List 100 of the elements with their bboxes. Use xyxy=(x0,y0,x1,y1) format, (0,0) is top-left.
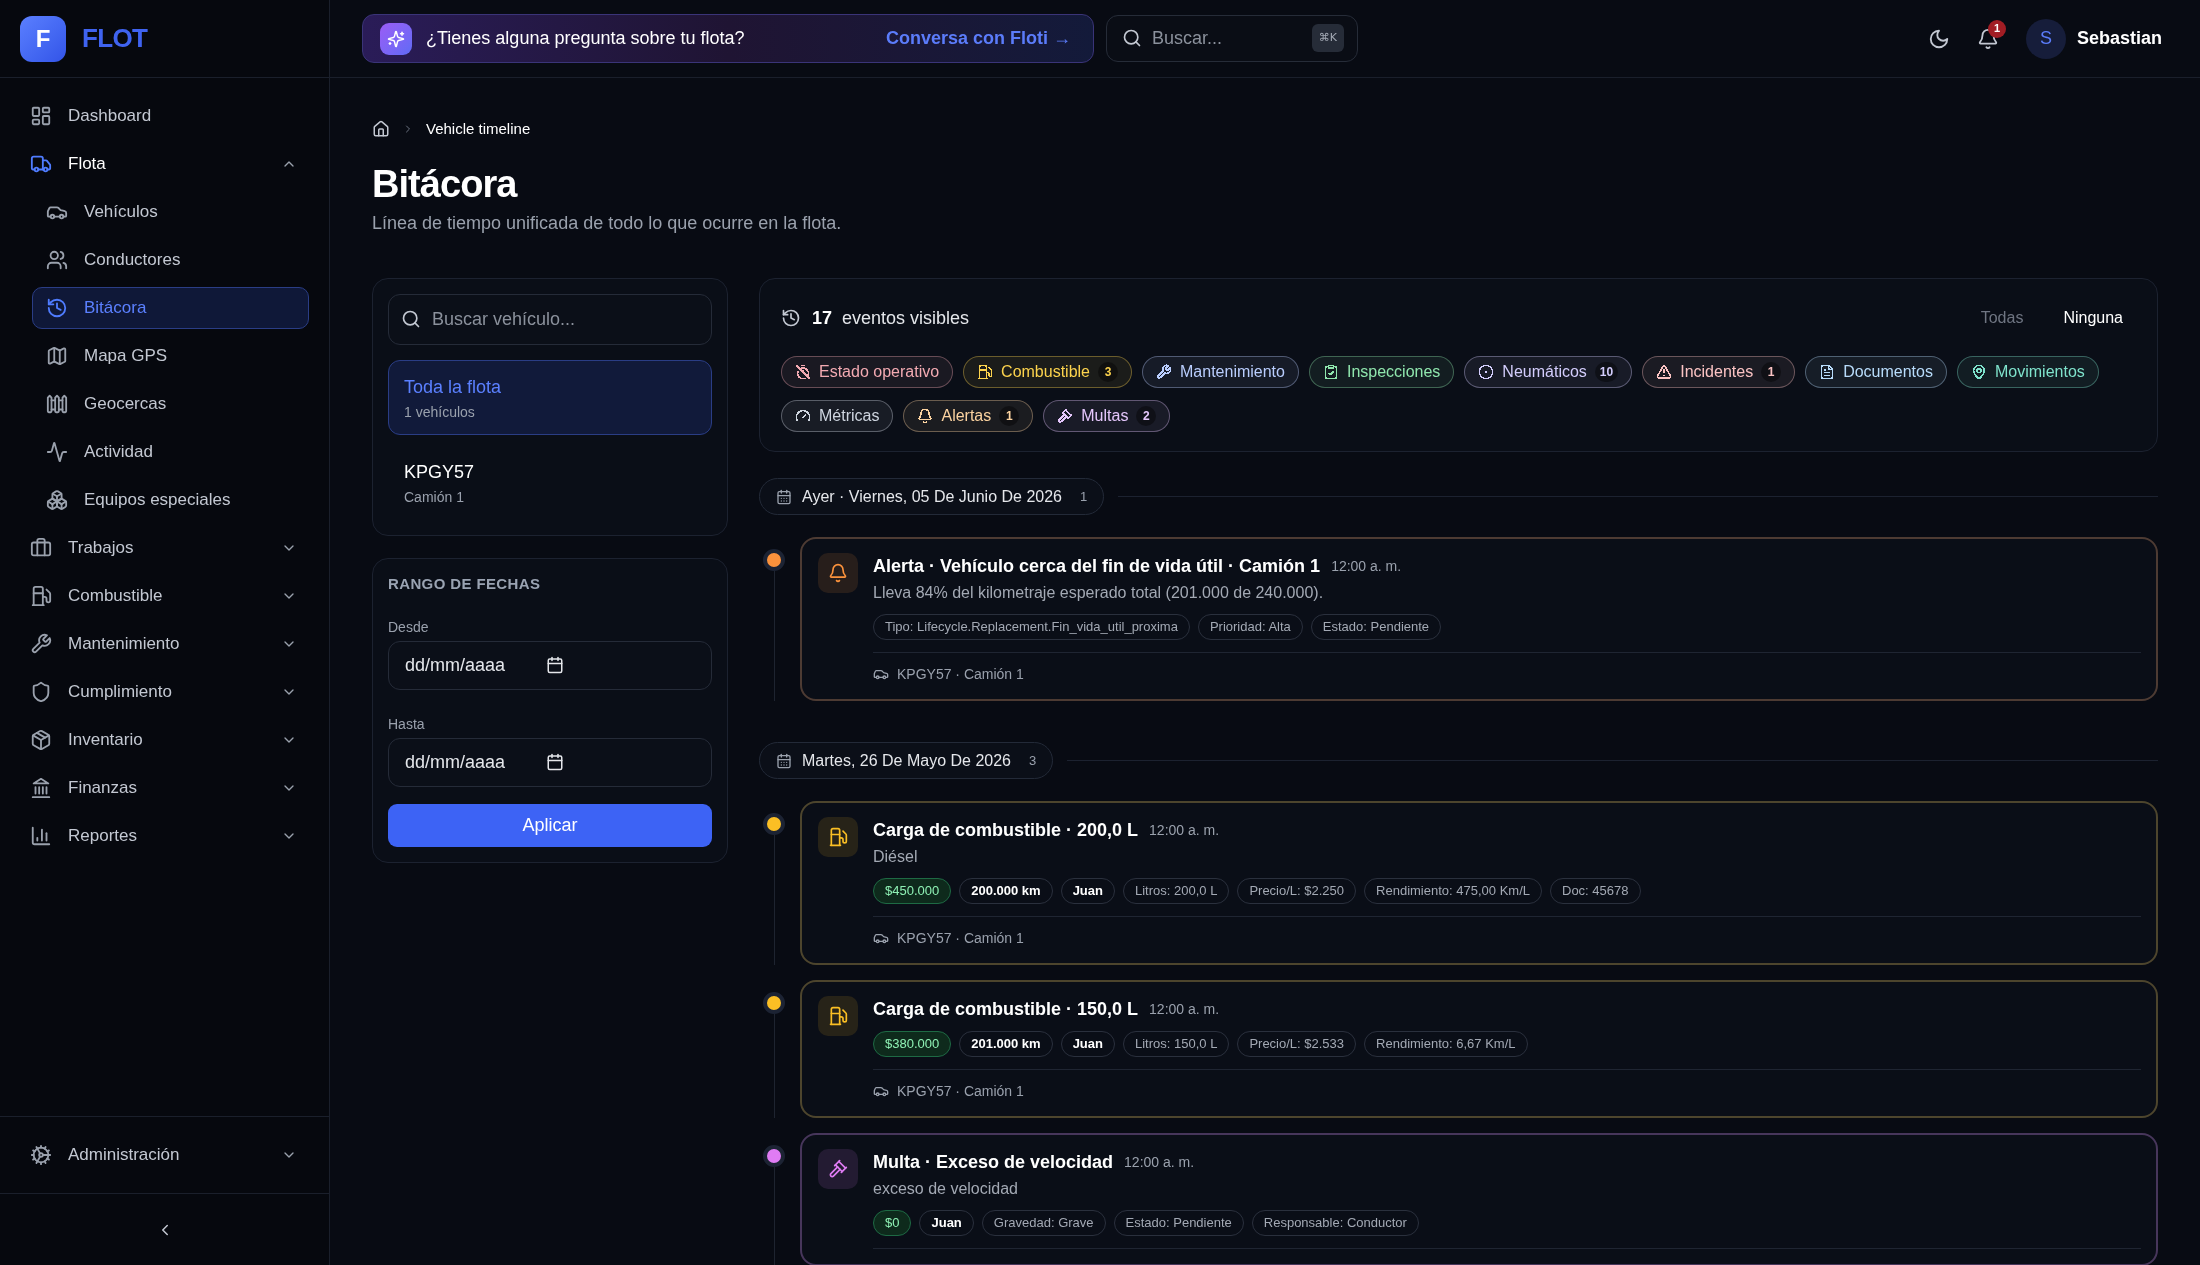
fuel-pump-icon xyxy=(30,585,52,607)
sidebar-item[interactable]: Actividad xyxy=(32,431,309,473)
sidebar-item[interactable]: Reportes xyxy=(20,815,273,857)
filter-chip[interactable]: Documentos xyxy=(1805,356,1947,388)
chip-count: 3 xyxy=(1098,362,1118,382)
briefcase-icon xyxy=(30,537,52,559)
sidebar-item[interactable]: Combustible xyxy=(20,575,273,617)
sidebar-item[interactable]: Mantenimiento xyxy=(20,623,273,665)
filter-chip[interactable]: Métricas xyxy=(781,400,894,432)
amount-tag: $380.000 xyxy=(873,1031,952,1057)
event-description: Diésel xyxy=(873,847,919,867)
sidebar-item[interactable]: Cumplimiento xyxy=(20,671,273,713)
event-count: 3 xyxy=(1029,751,1037,770)
map-icon xyxy=(46,345,68,367)
shortcut-hint: ⌘K xyxy=(1311,24,1344,52)
brand-name: FLOT xyxy=(82,22,148,55)
event-time: 12:00 a. m. xyxy=(1124,1152,1195,1172)
breadcrumb-item: Vehicle timeline xyxy=(426,118,531,139)
banner-text: ¿Tienes alguna pregunta sobre tu flota? xyxy=(426,27,746,50)
chip-count: 2 xyxy=(1136,406,1157,426)
filter-chip[interactable]: Alertas 1 xyxy=(903,400,1034,432)
fence-icon xyxy=(46,393,68,415)
date-field[interactable]: dd/mm/aaaa xyxy=(388,738,712,787)
app-logo[interactable]: F xyxy=(20,15,66,62)
sidebar-item[interactable]: Vehículos xyxy=(32,191,309,233)
moon-icon[interactable] xyxy=(1927,27,1950,50)
sidebar-item[interactable]: Dashboard xyxy=(20,95,309,137)
bar-chart-icon xyxy=(30,825,52,847)
cubes-icon xyxy=(46,489,68,511)
event-description: Lleva 84% del kilometraje esperado total (201.000 de 240.000). xyxy=(873,583,1325,603)
vehicle-item[interactable]: Toda la flota 1 vehículos xyxy=(388,360,712,435)
event-count: 1 xyxy=(1080,487,1088,506)
event-count: 17 xyxy=(812,306,833,330)
amount-tag: $450.000 xyxy=(873,878,952,904)
filter-chip[interactable]: Neumáticos 10 xyxy=(1464,356,1633,388)
apply-button[interactable]: Aplicar xyxy=(388,804,712,847)
sidebar-item[interactable]: Geocercas xyxy=(32,383,309,425)
event-title: Multa · Exceso de velocidad xyxy=(873,1150,1114,1174)
bank-icon xyxy=(30,777,52,799)
sidebar-item[interactable]: Finanzas xyxy=(20,767,273,809)
calendar-icon xyxy=(776,488,792,505)
filter-chip[interactable]: Incidentes 1 xyxy=(1642,356,1796,388)
date-label: Ayer · Viernes, 05 De Junio De 2026 xyxy=(802,486,1062,507)
filter-chip[interactable]: Estado operativo xyxy=(781,356,954,388)
event-time: 12:00 a. m. xyxy=(1331,556,1402,576)
amount-tag: $0 xyxy=(873,1210,912,1236)
filter-chip[interactable]: Inspecciones xyxy=(1308,356,1455,388)
history-icon xyxy=(46,297,68,319)
fuel-pump-icon xyxy=(818,817,858,857)
sidebar-item[interactable]: Flota xyxy=(20,143,273,185)
user-avatar[interactable]: S xyxy=(2025,18,2066,59)
gavel-icon xyxy=(818,1149,858,1189)
sidebar-item[interactable]: Mapa GPS xyxy=(32,335,309,377)
field-label: Hasta xyxy=(388,715,426,734)
activity-icon xyxy=(46,441,68,463)
search-icon xyxy=(401,309,421,329)
filter-chip[interactable]: Movimientos xyxy=(1956,356,2099,388)
vehicle-search-field[interactable]: Buscar vehículo... xyxy=(388,294,712,345)
date-field[interactable]: dd/mm/aaaa xyxy=(388,641,712,690)
filter-chip[interactable]: Multas 2 xyxy=(1043,400,1171,432)
sidebar-item[interactable]: Trabajos xyxy=(20,527,273,569)
notification-badge: 1 xyxy=(1987,19,2006,38)
calendar-icon xyxy=(776,752,792,769)
date-label: Martes, 26 De Mayo De 2026 xyxy=(802,750,1011,771)
calendar-icon[interactable] xyxy=(546,753,564,771)
event-time: 12:00 a. m. xyxy=(1149,820,1220,840)
sidebar-item[interactable]: Administración xyxy=(20,1134,273,1176)
filter-chip[interactable]: Combustible 3 xyxy=(963,356,1132,388)
filter-action[interactable]: Ninguna xyxy=(2049,302,2137,334)
fuel-pump-icon xyxy=(818,996,858,1036)
users-icon xyxy=(46,249,68,271)
event-count-label: eventos visibles xyxy=(842,306,970,330)
event-title: Carga de combustible · 200,0 L xyxy=(873,818,1139,842)
event-title: Alerta · Vehículo cerca del fin de vida útil · Camión 1 xyxy=(873,554,1321,578)
event-title: Carga de combustible · 150,0 L xyxy=(873,997,1139,1021)
page-title: Bitácora xyxy=(372,162,519,207)
event-time: 12:00 a. m. xyxy=(1149,999,1220,1019)
sidebar-item[interactable]: Inventario xyxy=(20,719,273,761)
vehicle-item[interactable]: KPGY57 Camión 1 xyxy=(388,445,712,520)
wrench-icon xyxy=(30,633,52,655)
field-label: Desde xyxy=(388,618,430,637)
sparkle-icon xyxy=(380,22,412,55)
sidebar-item[interactable]: Conductores xyxy=(32,239,309,281)
sidebar-item[interactable]: Bitácora xyxy=(32,287,309,329)
chat-link[interactable]: Conversa con Floti → xyxy=(885,25,1071,52)
sidebar-item[interactable]: Equipos especiales xyxy=(32,479,309,521)
home-icon[interactable] xyxy=(372,120,390,138)
history-icon xyxy=(781,308,801,328)
package-icon xyxy=(30,729,52,751)
event-description: exceso de velocidad xyxy=(873,1179,1019,1199)
section-heading: RANGO DE FECHAS xyxy=(388,574,542,594)
calendar-icon[interactable] xyxy=(546,656,564,674)
vehicle-label: KPGY57 · Camión 1 xyxy=(897,928,1024,948)
filter-chip[interactable]: Mantenimiento xyxy=(1142,356,1299,388)
shield-icon xyxy=(30,681,52,703)
user-name: Sebastian xyxy=(2076,27,2162,50)
chip-count: 1 xyxy=(1761,362,1782,382)
gear-icon xyxy=(30,1144,52,1166)
bell-icon xyxy=(818,553,858,593)
page-subtitle: Línea de tiempo unificada de todo lo que ocurre en la flota. xyxy=(372,212,843,235)
